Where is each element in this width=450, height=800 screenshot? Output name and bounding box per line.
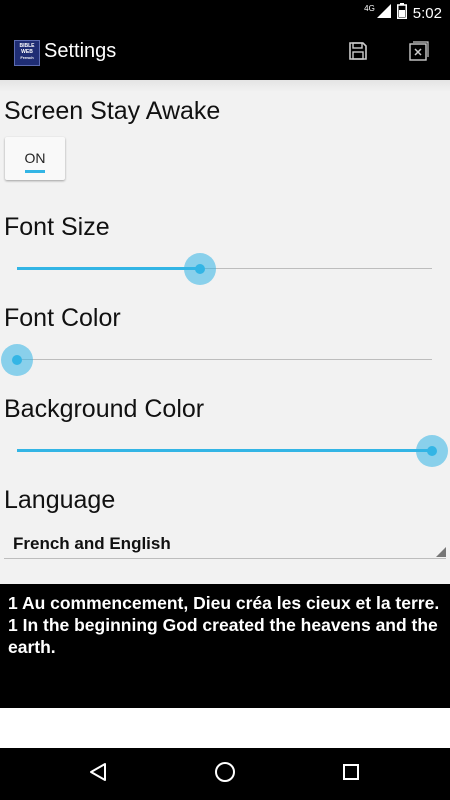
toggle-indicator [25,170,45,173]
font-size-slider[interactable] [17,252,432,286]
slider-thumb[interactable] [1,344,33,376]
page-title: Settings [44,40,117,62]
screen-stay-awake-toggle[interactable]: ON [5,137,65,180]
language-label: Language [4,486,116,514]
home-button[interactable] [213,761,237,788]
slider-track [17,359,432,360]
signal-icon [376,4,391,22]
app-logo: BIBLE WEB French [14,40,40,66]
preview-line-english: 1 In the beginning God created the heave… [8,615,438,657]
font-color-label: Font Color [4,304,121,332]
close-icon [409,40,429,66]
font-color-slider[interactable] [1,343,432,377]
network-type-label: 4G [364,3,375,13]
slider-fill [17,267,200,270]
status-bar: 4G 5:02 [0,0,450,26]
slider-thumb[interactable] [416,435,448,467]
background-color-label: Background Color [4,395,205,423]
slider-thumb[interactable] [183,253,216,285]
preview-text-area: 1 Au commencement, Dieu créa les cieux e… [0,584,450,708]
battery-icon [396,3,407,23]
clock: 5:02 [412,4,442,22]
spacer [0,708,450,748]
navigation-bar [0,748,450,800]
back-icon [88,762,108,787]
settings-panel: Screen Stay Awake ON Font Size Font Colo… [0,80,450,584]
dropdown-arrow-icon [436,547,446,557]
language-select[interactable]: French and English [4,527,446,559]
close-button[interactable] [406,40,432,66]
home-icon [214,761,236,788]
background-color-slider[interactable] [17,434,448,468]
logo-line-3: French [20,55,34,60]
toggle-state-text: ON [24,150,46,166]
screen-stay-awake-label: Screen Stay Awake [4,97,221,125]
language-selected-value: French and English [13,534,171,553]
save-icon [348,41,368,66]
app-bar: BIBLE WEB French Settings [0,26,450,80]
recents-button[interactable] [339,762,363,786]
save-button[interactable] [345,40,371,66]
font-size-label: Font Size [4,213,110,241]
status-right: 4G 5:02 [364,0,442,26]
recents-icon [342,763,360,786]
back-button[interactable] [86,762,110,786]
preview-line-french: 1 Au commencement, Dieu créa les cieux e… [8,593,440,613]
slider-fill [17,449,432,452]
